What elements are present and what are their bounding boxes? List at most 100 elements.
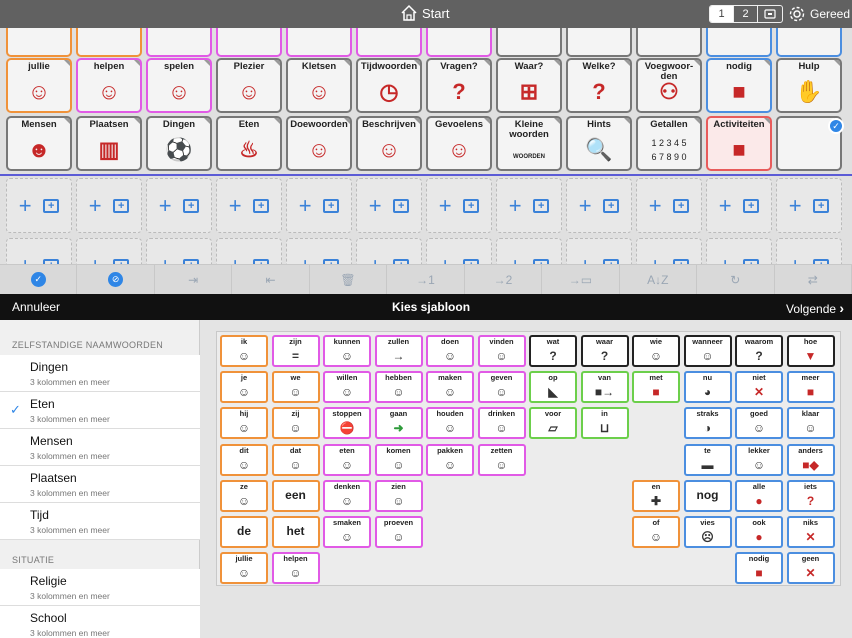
board-cell[interactable] [216, 28, 282, 57]
export-icon[interactable]: ⇤ [232, 265, 310, 294]
template-category-item[interactable]: ✓ Eten 3 kolommen en meer [0, 392, 200, 429]
trash-icon[interactable]: 🗑 [310, 265, 388, 294]
board-cell[interactable]: de [6, 28, 72, 57]
board-cell[interactable]: nodig ■ [706, 58, 772, 113]
done-button[interactable]: Gereed [788, 5, 850, 23]
swap-icon[interactable]: ⇄ [775, 265, 852, 294]
template-cell-label: straks [696, 409, 719, 419]
board-cell[interactable]: helpen ☺ [76, 58, 142, 113]
board-cell[interactable]: Gevoelens ☺ [426, 116, 492, 171]
empty-cell-slot[interactable]: ++ [636, 178, 702, 233]
template-category-item[interactable]: Dingen 3 kolommen en meer [0, 355, 200, 392]
board-cell[interactable]: Kletsen ☺ [286, 58, 352, 113]
move-2-icon[interactable]: →2 [465, 265, 543, 294]
empty-cell-slot[interactable]: ++ [426, 178, 492, 233]
template-category-item[interactable]: Religie 3 kolommen en meer [0, 569, 200, 606]
board-cell[interactable]: Doewoorden ☺ [286, 116, 352, 171]
empty-cell-slot[interactable]: ++ [146, 178, 212, 233]
empty-cell-slot[interactable]: ++ [706, 178, 772, 233]
plus-icon: + [648, 192, 662, 218]
empty-cell-slot[interactable]: ++ [636, 238, 702, 264]
app-screen: { "topbar": {"title": "Start", "page_tab… [0, 0, 852, 638]
empty-cell-slot[interactable]: ++ [356, 178, 422, 233]
empty-cell-slot[interactable]: ++ [496, 238, 562, 264]
folder-add-icon: + [183, 198, 200, 213]
board-cell[interactable]: Hulp ✋ [776, 58, 842, 113]
empty-cell-slot[interactable]: ++ [566, 238, 632, 264]
board-cell[interactable]: Eten ♨ [216, 116, 282, 171]
empty-cell-slot[interactable]: ++ [356, 238, 422, 264]
board-cell[interactable]: Plezier ☺ [216, 58, 282, 113]
board-cell[interactable]: Kleine woorden WOORDEN [496, 116, 562, 171]
board-cell[interactable]: Welke?? [566, 58, 632, 113]
board-cell[interactable]: jullie ☺ [6, 58, 72, 113]
deselect-icon[interactable]: ⊘ [77, 265, 155, 294]
plus-icon: + [438, 192, 452, 218]
empty-cell-slot[interactable]: ++ [76, 178, 142, 233]
empty-cell-slot[interactable]: ++ [426, 238, 492, 264]
template-category-item[interactable]: Mensen 3 kolommen en meer [0, 429, 200, 466]
board-cell[interactable]: Voegwoor-den ⚇ [636, 58, 702, 113]
empty-cell-slot[interactable]: ++ [496, 178, 562, 233]
board-cell[interactable] [146, 28, 212, 57]
board-cell[interactable] [356, 28, 422, 57]
template-cell: straks ◑ [683, 407, 732, 440]
next-button[interactable]: Volgende › [786, 300, 844, 316]
template-category-item[interactable]: Tijd 3 kolommen en meer [0, 503, 200, 540]
empty-cell-slot[interactable]: ++ [706, 238, 772, 264]
plus-icon: + [89, 253, 102, 265]
empty-cell-slot[interactable]: ++ [216, 238, 282, 264]
board-cell[interactable]: spelen ☺ [146, 58, 212, 113]
board-cell[interactable]: Hints 🔍 [566, 116, 632, 171]
empty-cell-slot[interactable]: ++ [6, 178, 72, 233]
empty-cell-slot[interactable]: ++ [216, 178, 282, 233]
empty-cell-slot[interactable]: ++ [286, 178, 352, 233]
board-cell[interactable]: als [496, 28, 562, 57]
board-cell[interactable] [776, 28, 842, 57]
empty-cell-slot[interactable]: ++ [566, 178, 632, 233]
move-1-icon[interactable]: →1 [387, 265, 465, 294]
board-cell[interactable]: Activiteiten ■ [706, 116, 772, 171]
empty-cell-slot[interactable]: ++ [146, 238, 212, 264]
page-tab-2[interactable]: 2 [734, 6, 758, 22]
refresh-icon[interactable]: ↻ [697, 265, 775, 294]
board-cell[interactable] [636, 28, 702, 57]
empty-cell-slot[interactable]: ++ [776, 178, 842, 233]
board-cell[interactable]: Beschrijven ☺ [356, 116, 422, 171]
template-pictogram-icon: ■→ [594, 385, 615, 400]
page-tab-1[interactable]: 1 [710, 6, 734, 22]
board-cell[interactable] [566, 28, 632, 57]
check-circle-icon[interactable]: ✓ [0, 265, 78, 294]
template-category-item[interactable]: Plaatsen 3 kolommen en meer [0, 466, 200, 503]
plus-icon: + [158, 192, 172, 218]
folder-view-icon[interactable] [758, 6, 782, 22]
board-cell[interactable]: Dingen ⚽ [146, 116, 212, 171]
empty-cell-slot[interactable]: ++ [6, 238, 72, 264]
board-cell[interactable] [286, 28, 352, 57]
board-cell[interactable]: Getallen 1 2 3 4 5 6 7 8 9 0 [636, 116, 702, 171]
cancel-button[interactable]: Annuleer [12, 300, 60, 314]
empty-cell-slot[interactable]: ++ [286, 238, 352, 264]
board-cell[interactable]: Tijdwoorden ◷ [356, 58, 422, 113]
board-cell[interactable]: Vragen?? [426, 58, 492, 113]
template-pictogram-icon: ? [755, 349, 763, 363]
template-category-item[interactable]: School 3 kolommen en meer [0, 606, 200, 638]
template-cell: ze ☺ [220, 479, 268, 512]
template-pictogram-icon: ● [755, 530, 763, 544]
empty-cell-slot[interactable]: ++ [76, 238, 142, 264]
board-cell[interactable]: Waar? ⊞ [496, 58, 562, 113]
move-to-folder-icon[interactable]: →▭ [542, 265, 620, 294]
sort-az-icon[interactable]: A↓Z [620, 265, 698, 294]
template-pictogram-icon: ☺ [237, 566, 251, 581]
template-pictogram-icon: ▱ [548, 421, 558, 436]
board-cell[interactable] [426, 28, 492, 57]
template-cell: ik ☺ [220, 335, 268, 367]
board-cell[interactable] [706, 28, 772, 57]
template-cell-label: nu [702, 373, 713, 383]
empty-cell-slot[interactable]: ++ [776, 238, 842, 264]
home-icon[interactable] [400, 4, 418, 22]
board-cell[interactable]: Plaatsen ▥ [76, 116, 142, 171]
board-cell[interactable]: Mensen ☻ [6, 116, 72, 171]
board-cell[interactable]: het [76, 28, 142, 57]
import-icon[interactable]: ⇥ [155, 265, 233, 294]
